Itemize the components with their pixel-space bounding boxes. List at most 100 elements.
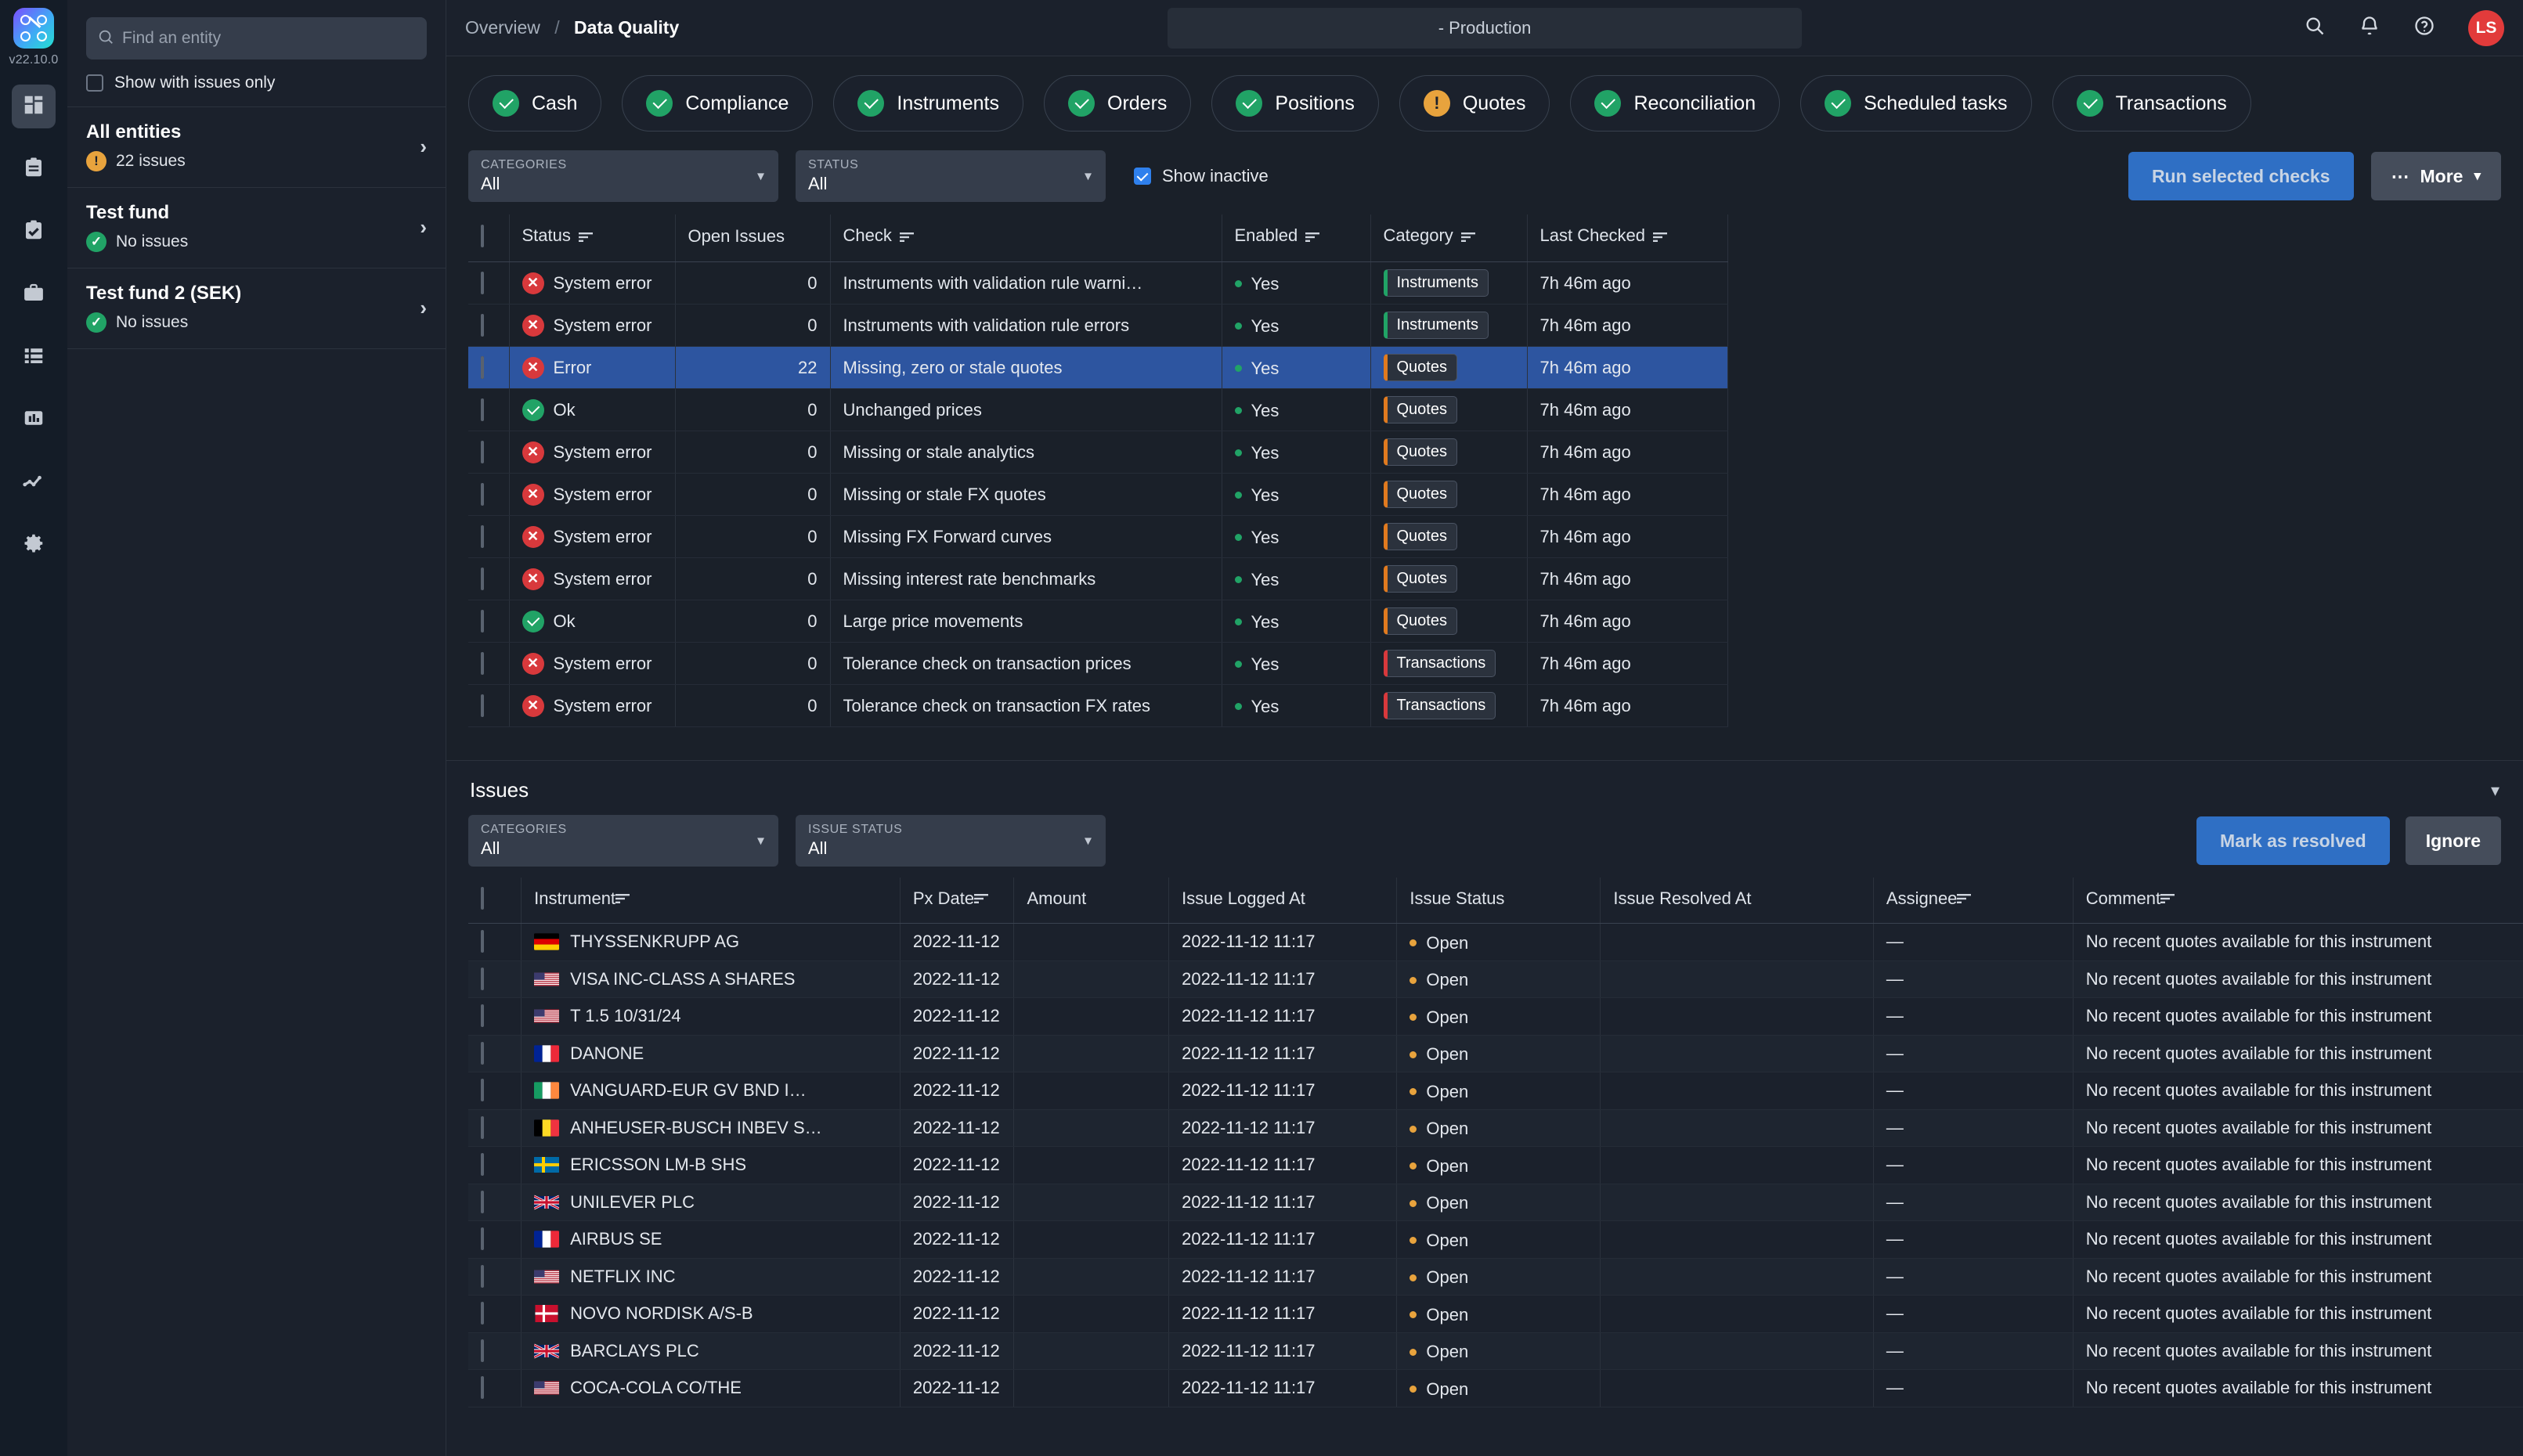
sort-icon[interactable] <box>615 888 631 908</box>
row-checkbox[interactable] <box>481 314 484 337</box>
issues-col-assignee[interactable]: Assignee <box>1873 878 2073 924</box>
row-checkbox[interactable] <box>481 1153 484 1176</box>
row-checkbox-cell[interactable] <box>468 1296 522 1333</box>
checks-col-last-checked[interactable]: Last Checked <box>1527 214 1727 262</box>
issues-select-all-header[interactable] <box>468 878 522 924</box>
row-checkbox[interactable] <box>481 356 484 379</box>
select-all-checkbox[interactable] <box>481 225 484 247</box>
issues-table-row[interactable]: VISA INC-CLASS A SHARES2022-11-122022-11… <box>468 960 2523 998</box>
row-checkbox-cell[interactable] <box>468 474 509 516</box>
checks-table-row[interactable]: Ok0Large price movementsYesQuotes7h 46m … <box>468 600 1727 643</box>
issues-table-row[interactable]: DANONE2022-11-122022-11-12 11:17Open—No … <box>468 1035 2523 1072</box>
rail-item-bar-chart[interactable] <box>12 398 56 441</box>
issues-col-instrument[interactable]: Instrument <box>522 878 901 924</box>
row-checkbox[interactable] <box>481 694 484 717</box>
row-checkbox-cell[interactable] <box>468 643 509 685</box>
sort-icon[interactable] <box>579 227 594 247</box>
entity-item[interactable]: Test fund 2 (SEK)✓No issues› <box>67 268 446 349</box>
row-checkbox-cell[interactable] <box>468 558 509 600</box>
row-checkbox[interactable] <box>481 272 484 294</box>
status-pill-compliance[interactable]: Compliance <box>622 75 813 132</box>
issues-col-issue-logged-at[interactable]: Issue Logged At <box>1169 878 1397 924</box>
row-checkbox[interactable] <box>481 1265 484 1288</box>
sort-icon[interactable] <box>1461 227 1477 247</box>
row-checkbox[interactable] <box>481 1079 484 1101</box>
checks-col-category[interactable]: Category <box>1370 214 1527 262</box>
status-pill-instruments[interactable]: Instruments <box>833 75 1023 132</box>
checks-table-row[interactable]: ✕System error0Instruments with validatio… <box>468 262 1727 305</box>
status-pill-cash[interactable]: Cash <box>468 75 601 132</box>
sort-icon[interactable] <box>1305 227 1321 247</box>
checks-col-enabled[interactable]: Enabled <box>1222 214 1370 262</box>
row-checkbox[interactable] <box>481 483 484 506</box>
rail-item-clipboard-check[interactable] <box>12 210 56 254</box>
row-checkbox-cell[interactable] <box>468 1332 522 1370</box>
row-checkbox-cell[interactable] <box>468 1370 522 1407</box>
avatar[interactable]: LS <box>2468 10 2504 46</box>
issues-col-px-date[interactable]: Px Date <box>900 878 1014 924</box>
rail-item-list[interactable] <box>12 335 56 379</box>
issues-table-row[interactable]: UNILEVER PLC2022-11-122022-11-12 11:17Op… <box>468 1184 2523 1221</box>
checks-table-row[interactable]: ✕System error0Tolerance check on transac… <box>468 643 1727 685</box>
row-checkbox[interactable] <box>481 1302 484 1324</box>
row-checkbox-cell[interactable] <box>468 1109 522 1147</box>
issues-table-row[interactable]: COCA-COLA CO/THE2022-11-122022-11-12 11:… <box>468 1370 2523 1407</box>
rail-item-clipboard[interactable] <box>12 147 56 191</box>
row-checkbox-cell[interactable] <box>468 1258 522 1296</box>
row-checkbox[interactable] <box>481 930 484 953</box>
issues-categories-select[interactable]: CATEGORIES All ▾ <box>468 815 778 867</box>
row-checkbox-cell[interactable] <box>468 389 509 431</box>
checks-table-row[interactable]: ✕System error0Missing interest rate benc… <box>468 558 1727 600</box>
checks-col-open-issues[interactable]: Open Issues <box>675 214 830 262</box>
sort-icon[interactable] <box>1653 227 1669 247</box>
row-checkbox[interactable] <box>481 1227 484 1250</box>
row-checkbox[interactable] <box>481 968 484 990</box>
row-checkbox-cell[interactable] <box>468 516 509 558</box>
status-pill-reconciliation[interactable]: Reconciliation <box>1570 75 1780 132</box>
search-icon[interactable] <box>2304 15 2326 41</box>
checks-table-row[interactable]: ✕System error0Tolerance check on transac… <box>468 685 1727 727</box>
checks-table-row[interactable]: ✕System error0Missing FX Forward curvesY… <box>468 516 1727 558</box>
issues-table-row[interactable]: AIRBUS SE2022-11-122022-11-12 11:17Open—… <box>468 1221 2523 1259</box>
checks-select-all-header[interactable] <box>468 214 509 262</box>
issues-table-row[interactable]: ANHEUSER-BUSCH INBEV S…2022-11-122022-11… <box>468 1109 2523 1147</box>
row-checkbox[interactable] <box>481 525 484 548</box>
checks-table-row[interactable]: Ok0Unchanged pricesYesQuotes7h 46m ago <box>468 389 1727 431</box>
row-checkbox-cell[interactable] <box>468 998 522 1036</box>
run-selected-checks-button[interactable]: Run selected checks <box>2128 152 2354 200</box>
row-checkbox-cell[interactable] <box>468 262 509 305</box>
issues-table-row[interactable]: T 1.5 10/31/242022-11-122022-11-12 11:17… <box>468 998 2523 1036</box>
checks-table-row[interactable]: ✕System error0Missing or stale analytics… <box>468 431 1727 474</box>
chevron-right-icon[interactable]: › <box>420 296 427 320</box>
row-checkbox-cell[interactable] <box>468 347 509 389</box>
checks-categories-select[interactable]: CATEGORIES All ▾ <box>468 150 778 202</box>
row-checkbox-cell[interactable] <box>468 431 509 474</box>
status-pill-quotes[interactable]: !Quotes <box>1399 75 1550 132</box>
row-checkbox[interactable] <box>481 1042 484 1065</box>
issues-col-issue-resolved-at[interactable]: Issue Resolved At <box>1601 878 1873 924</box>
rail-item-dashboard[interactable] <box>12 85 56 128</box>
issues-table-row[interactable]: NETFLIX INC2022-11-122022-11-12 11:17Ope… <box>468 1258 2523 1296</box>
show-with-issues-only-checkbox[interactable] <box>86 74 103 92</box>
select-all-checkbox[interactable] <box>481 887 484 910</box>
sort-icon[interactable] <box>974 888 990 908</box>
chevron-right-icon[interactable]: › <box>420 135 427 159</box>
issues-col-comment[interactable]: Comment <box>2073 878 2523 924</box>
row-checkbox[interactable] <box>481 1116 484 1139</box>
more-button[interactable]: ⋯ More ▾ <box>2371 152 2502 200</box>
rail-item-briefcase[interactable] <box>12 272 56 316</box>
row-checkbox-cell[interactable] <box>468 1221 522 1259</box>
row-checkbox-cell[interactable] <box>468 685 509 727</box>
row-checkbox-cell[interactable] <box>468 305 509 347</box>
rail-item-gear[interactable] <box>12 523 56 567</box>
row-checkbox[interactable] <box>481 1339 484 1362</box>
row-checkbox-cell[interactable] <box>468 960 522 998</box>
row-checkbox-cell[interactable] <box>468 924 522 961</box>
status-pill-transactions[interactable]: Transactions <box>2052 75 2251 132</box>
row-checkbox[interactable] <box>481 1004 484 1027</box>
row-checkbox[interactable] <box>481 568 484 590</box>
issues-table-row[interactable]: ERICSSON LM-B SHS2022-11-122022-11-12 11… <box>468 1147 2523 1184</box>
rail-item-line-chart[interactable] <box>12 460 56 504</box>
sort-icon[interactable] <box>2160 888 2176 908</box>
status-pill-scheduled-tasks[interactable]: Scheduled tasks <box>1800 75 2031 132</box>
